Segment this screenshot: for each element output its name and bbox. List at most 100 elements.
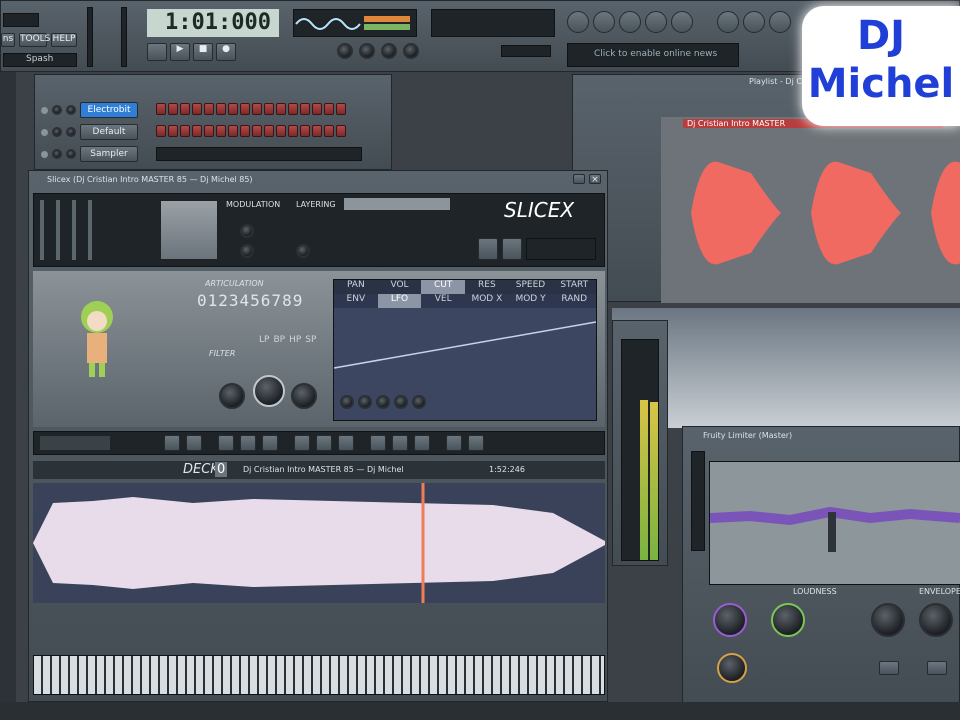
- channel-rack-icon[interactable]: [619, 11, 641, 33]
- pan-knob[interactable]: [52, 149, 62, 159]
- playlist-clip[interactable]: Dj Cristian Intro MASTER: [661, 117, 960, 303]
- randomize-icon[interactable]: [446, 435, 462, 451]
- modulation-knob[interactable]: [240, 224, 254, 238]
- env-delay-knob[interactable]: [340, 395, 354, 409]
- stretch-icon[interactable]: [392, 435, 408, 451]
- volume-knob[interactable]: [66, 105, 76, 115]
- env-attack-knob[interactable]: [358, 395, 372, 409]
- subtab-mod-x[interactable]: MOD X: [465, 294, 509, 308]
- channel-row[interactable]: Sampler: [41, 143, 381, 165]
- channel-mute-led[interactable]: [41, 106, 48, 114]
- pan-knob[interactable]: [52, 127, 62, 137]
- arrow-icon[interactable]: [468, 435, 484, 451]
- minimize-icon[interactable]: [573, 174, 585, 184]
- limiter-curve-button[interactable]: [879, 661, 899, 675]
- stop-button[interactable]: ■: [193, 43, 213, 61]
- menu-item-ns[interactable]: ns: [1, 33, 15, 47]
- tab-cut[interactable]: CUT: [421, 280, 466, 294]
- limiter-release-knob[interactable]: [919, 603, 953, 637]
- layering-selector[interactable]: [344, 198, 450, 210]
- switch-knob-3[interactable]: [381, 43, 397, 59]
- articulation-selector[interactable]: 0123456789: [197, 291, 303, 310]
- marker-icon[interactable]: [316, 435, 332, 451]
- piano-roll-icon[interactable]: [593, 11, 615, 33]
- tab-res[interactable]: RES: [465, 280, 509, 294]
- close-icon[interactable]: ×: [589, 174, 601, 185]
- filter-cutoff-knob[interactable]: [219, 383, 245, 409]
- mode-button[interactable]: [478, 238, 498, 260]
- tab-speed[interactable]: SPEED: [509, 280, 553, 294]
- menu-item-help[interactable]: HELP: [51, 33, 77, 47]
- limiter-ceil-knob[interactable]: [717, 653, 747, 683]
- volume-knob[interactable]: [66, 127, 76, 137]
- subtab-rand[interactable]: RAND: [552, 294, 596, 308]
- subtab-env[interactable]: ENV: [334, 294, 378, 308]
- channel-name-button[interactable]: Electrobit: [80, 102, 138, 118]
- tab-pan[interactable]: PAN: [334, 280, 378, 294]
- project-info-icon[interactable]: [743, 11, 765, 33]
- limiter-saturation-knob[interactable]: [771, 603, 805, 637]
- filter-type-sp[interactable]: SP: [305, 335, 316, 351]
- play-button[interactable]: ▶: [170, 43, 190, 61]
- undo-icon[interactable]: [370, 435, 386, 451]
- switch-knob-1[interactable]: [337, 43, 353, 59]
- channel-mute-led[interactable]: [41, 128, 48, 136]
- env-hold-knob[interactable]: [376, 395, 390, 409]
- filter-resonance-knob[interactable]: [253, 375, 285, 407]
- pitch-slider[interactable]: [56, 200, 60, 260]
- snap-selector[interactable]: [501, 45, 551, 57]
- channel-row[interactable]: Default: [41, 121, 381, 143]
- filter-type-lp[interactable]: LP: [259, 335, 269, 351]
- piano-keyboard[interactable]: [33, 655, 605, 695]
- tab-vol[interactable]: VOL: [378, 280, 422, 294]
- stereo-slider[interactable]: [72, 200, 76, 260]
- pan-knob[interactable]: [52, 105, 62, 115]
- envelope-curve[interactable]: [333, 308, 597, 392]
- channel-name-button[interactable]: Sampler: [80, 146, 138, 162]
- online-news-hint[interactable]: Click to enable online news: [567, 43, 739, 67]
- cut-icon[interactable]: [218, 435, 234, 451]
- deck-waveform[interactable]: [33, 483, 605, 603]
- modulation-knob[interactable]: [240, 244, 254, 258]
- filter-type-bp[interactable]: BP: [273, 335, 285, 351]
- step-sequencer-row[interactable]: [156, 124, 348, 140]
- load-icon[interactable]: [186, 435, 202, 451]
- limiter-gain-knob[interactable]: [713, 603, 747, 637]
- mixer-icon[interactable]: [645, 11, 667, 33]
- pattern-selector[interactable]: Spash: [3, 53, 77, 67]
- slice-mode-selector[interactable]: [40, 436, 110, 450]
- filter-type-hp[interactable]: HP: [289, 335, 301, 351]
- piano-roll-preview[interactable]: [156, 147, 362, 161]
- step-sequencer-row[interactable]: [156, 102, 348, 118]
- browser-strip[interactable]: [0, 72, 16, 702]
- filter-mix-knob[interactable]: [291, 383, 317, 409]
- master-pitch-slider[interactable]: [121, 7, 127, 67]
- limiter-sustain-button[interactable]: [927, 661, 947, 675]
- pattern-mode-button[interactable]: [147, 43, 167, 61]
- subtab-vel[interactable]: VEL: [421, 294, 465, 308]
- tab-start[interactable]: START: [552, 280, 596, 294]
- channel-name-button[interactable]: Default: [80, 124, 138, 140]
- plugin-picker-icon[interactable]: [717, 11, 739, 33]
- limiter-attack-knob[interactable]: [871, 603, 905, 637]
- record-button[interactable]: ●: [216, 43, 236, 61]
- eye-icon[interactable]: [294, 435, 310, 451]
- menu-item-tools[interactable]: TOOLS: [19, 33, 50, 47]
- save-icon[interactable]: [164, 435, 180, 451]
- channel-mute-led[interactable]: [41, 150, 48, 158]
- browser-icon[interactable]: [671, 11, 693, 33]
- env-decay-knob[interactable]: [394, 395, 408, 409]
- mode-button[interactable]: [502, 238, 522, 260]
- subtab-lfo[interactable]: LFO: [377, 294, 422, 308]
- switch-knob-4[interactable]: [403, 43, 419, 59]
- master-slider[interactable]: [88, 200, 92, 260]
- layering-knob[interactable]: [296, 244, 310, 258]
- env-sustain-knob[interactable]: [412, 395, 426, 409]
- subtab-mod-y[interactable]: MOD Y: [509, 294, 553, 308]
- xy-pad[interactable]: [160, 200, 218, 260]
- playlist-icon[interactable]: [567, 11, 589, 33]
- master-volume-slider[interactable]: [87, 7, 93, 67]
- zoom-icon[interactable]: [338, 435, 354, 451]
- volume-knob[interactable]: [66, 149, 76, 159]
- switch-knob-2[interactable]: [359, 43, 375, 59]
